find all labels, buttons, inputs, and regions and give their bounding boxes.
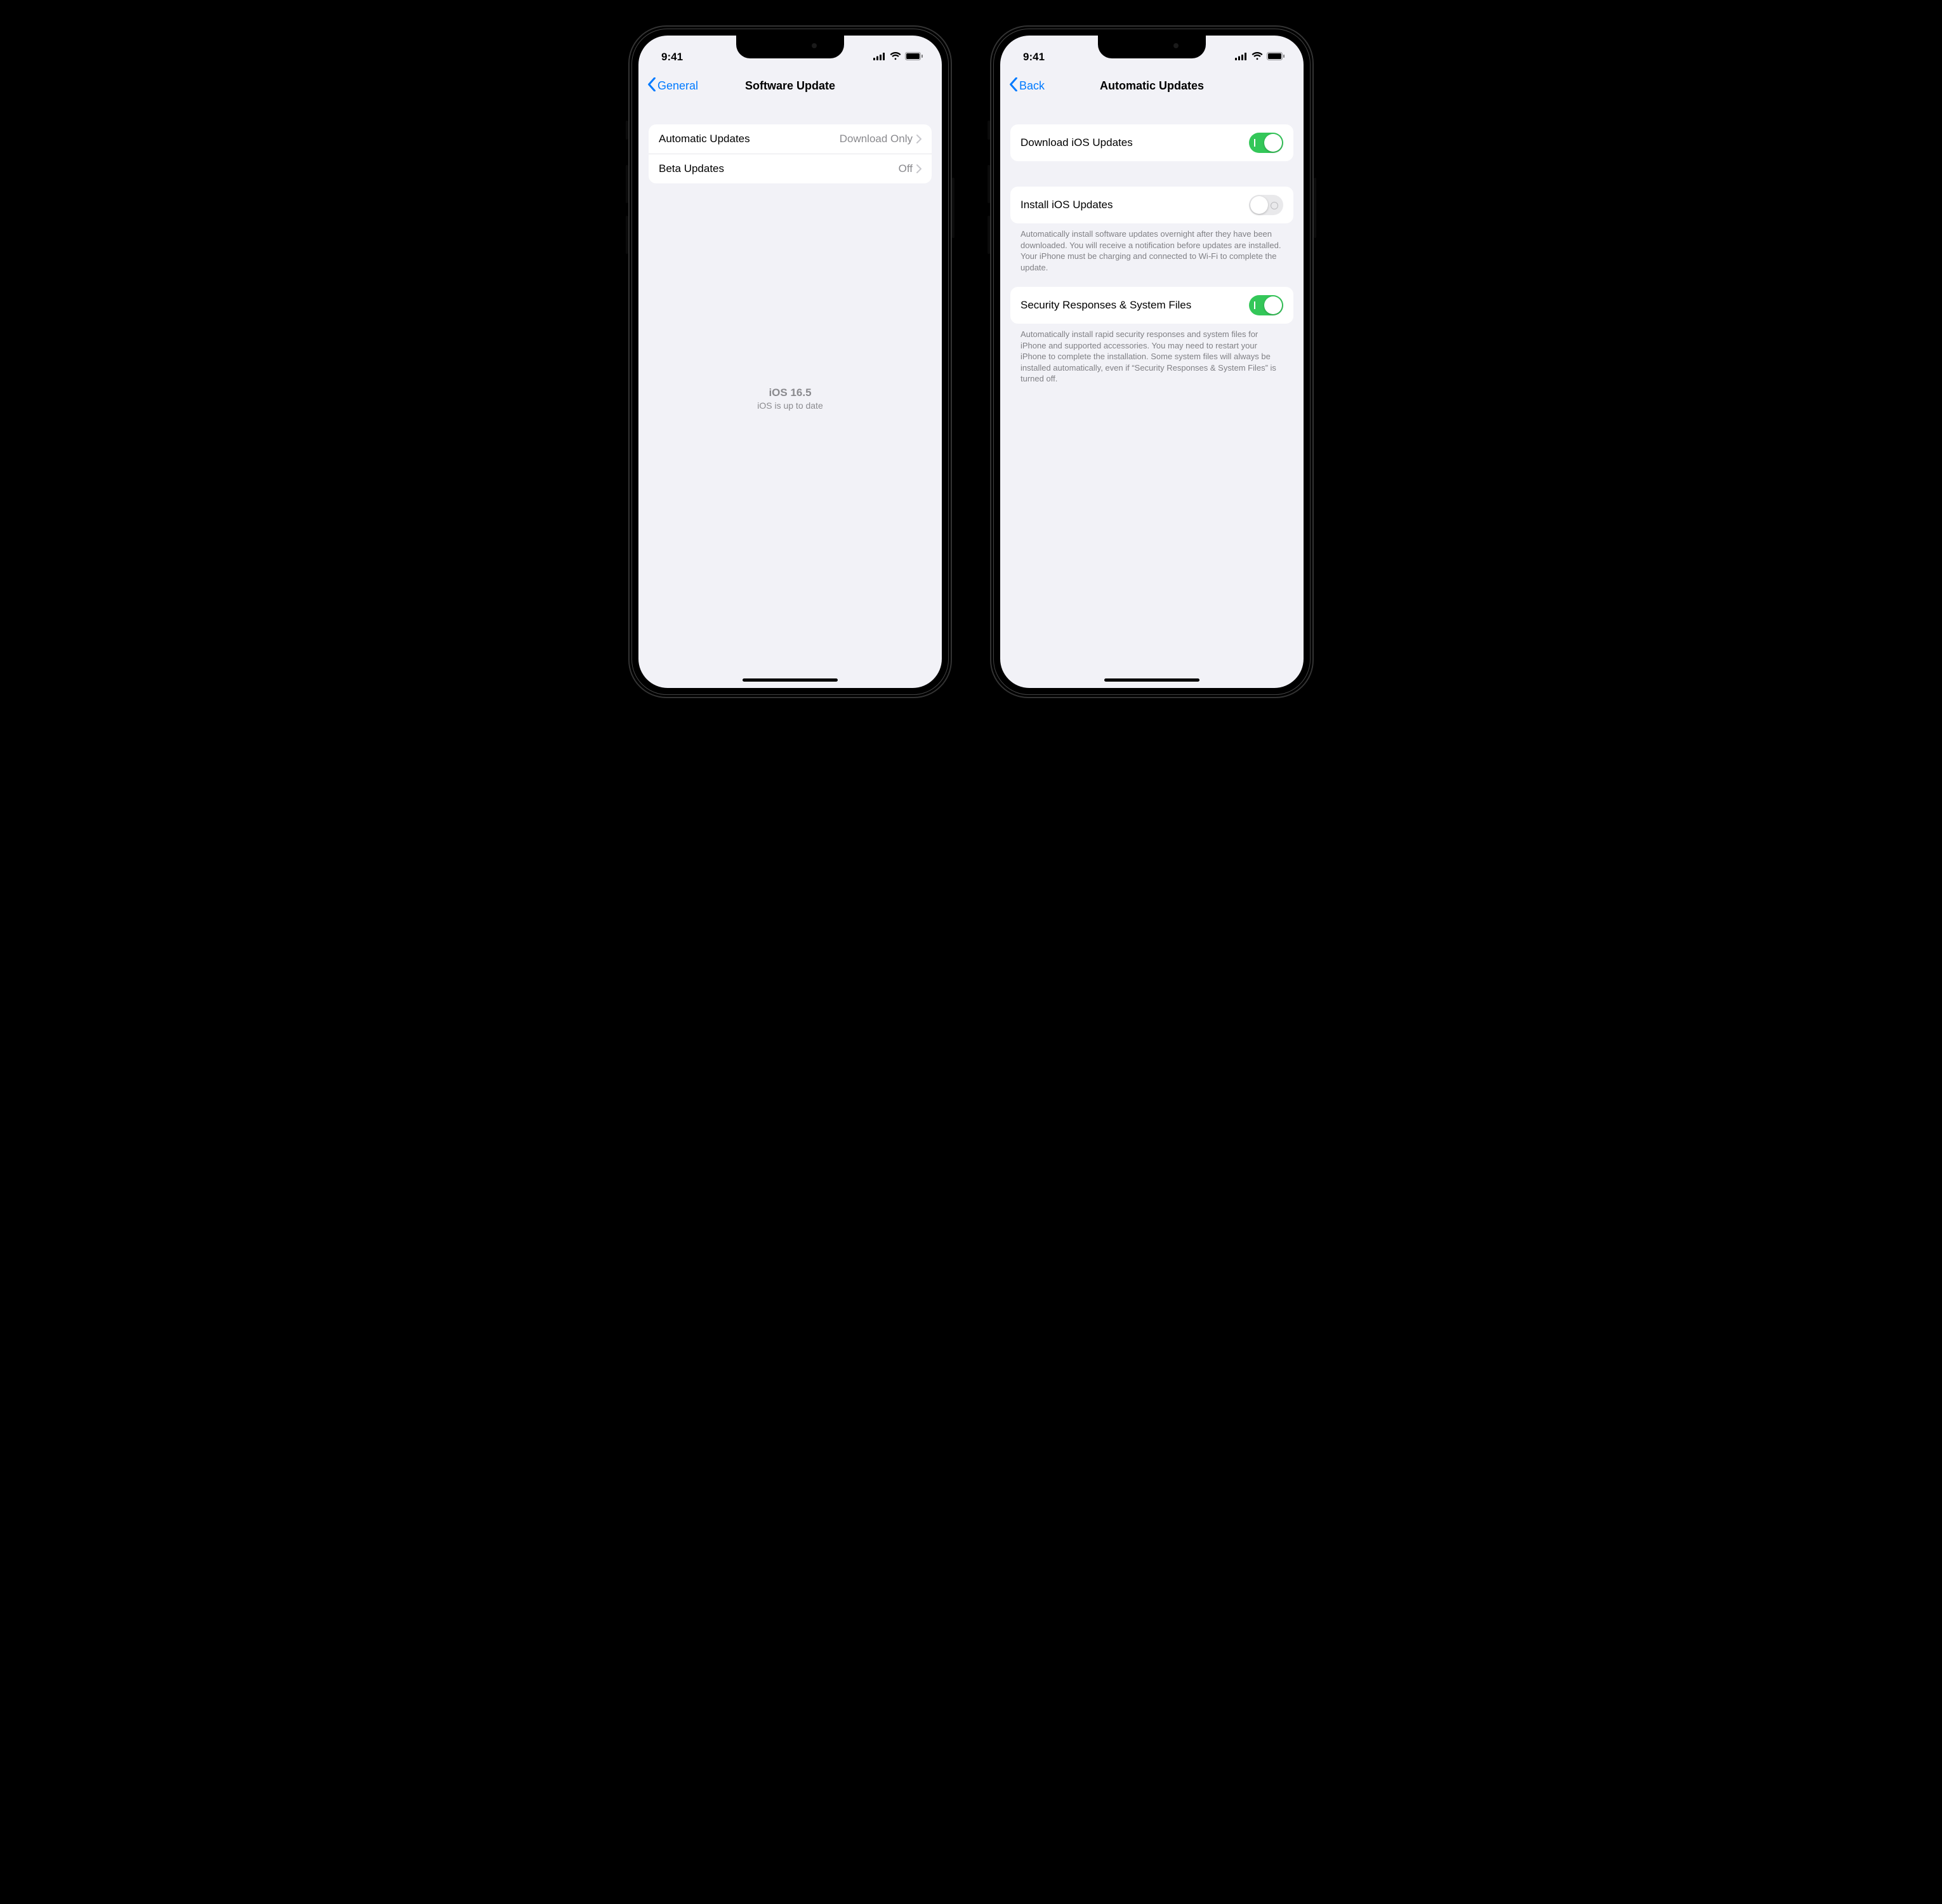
toggle-security-responses[interactable]	[1249, 295, 1283, 315]
ios-version: iOS 16.5	[649, 387, 932, 399]
settings-content-left: Automatic Updates Download Only Beta Upd…	[638, 102, 942, 688]
row-label: Automatic Updates	[659, 133, 750, 145]
volume-up-button[interactable]	[988, 165, 990, 203]
cellular-icon	[1235, 51, 1248, 63]
status-right	[873, 51, 923, 63]
nav-bar-right: Back Automatic Updates	[1000, 70, 1304, 102]
row-download-ios-updates: Download iOS Updates	[1010, 124, 1293, 161]
volume-down-button[interactable]	[988, 216, 990, 254]
cellular-icon	[873, 51, 886, 63]
status-time: 9:41	[661, 51, 683, 63]
battery-icon	[1267, 51, 1285, 63]
back-label: General	[657, 79, 698, 93]
nav-bar-left: General Software Update	[638, 70, 942, 102]
power-button[interactable]	[1314, 178, 1316, 238]
toggle-install-ios-updates[interactable]	[1249, 195, 1283, 215]
screen-left: 9:41 General Software Update	[638, 36, 942, 688]
volume-down-button[interactable]	[626, 216, 628, 254]
status-right	[1235, 51, 1285, 63]
wifi-icon	[890, 51, 901, 63]
settings-group-updates: Automatic Updates Download Only Beta Upd…	[649, 124, 932, 183]
row-value: Off	[899, 162, 913, 175]
row-label: Beta Updates	[659, 162, 724, 175]
phone-right: 9:41 Back Automatic Updates	[990, 25, 1314, 698]
status-time: 9:41	[1023, 51, 1045, 63]
row-label: Download iOS Updates	[1021, 136, 1133, 149]
row-security-responses: Security Responses & System Files	[1010, 287, 1293, 324]
back-button[interactable]: General	[645, 75, 701, 97]
update-status: iOS is up to date	[649, 400, 932, 411]
home-indicator[interactable]	[1104, 678, 1199, 682]
group-install: Install iOS Updates	[1010, 187, 1293, 223]
power-button[interactable]	[952, 178, 954, 238]
row-right: Download Only	[840, 133, 921, 145]
battery-icon	[905, 51, 923, 63]
notch	[736, 36, 844, 58]
row-install-ios-updates: Install iOS Updates	[1010, 187, 1293, 223]
volume-up-button[interactable]	[626, 165, 628, 203]
chevron-right-icon	[916, 135, 921, 143]
phone-left: 9:41 General Software Update	[628, 25, 952, 698]
row-value: Download Only	[840, 133, 913, 145]
group-download: Download iOS Updates	[1010, 124, 1293, 161]
settings-content-right: Download iOS Updates Install iOS Updates…	[1000, 102, 1304, 688]
chevron-right-icon	[916, 164, 921, 173]
install-footer-text: Automatically install software updates o…	[1010, 223, 1293, 273]
mute-switch[interactable]	[626, 121, 628, 140]
security-footer-text: Automatically install rapid security res…	[1010, 324, 1293, 385]
screen-right: 9:41 Back Automatic Updates	[1000, 36, 1304, 688]
row-label: Install iOS Updates	[1021, 199, 1113, 211]
row-automatic-updates[interactable]: Automatic Updates Download Only	[649, 124, 932, 154]
mute-switch[interactable]	[988, 121, 990, 140]
row-beta-updates[interactable]: Beta Updates Off	[649, 154, 932, 183]
group-security: Security Responses & System Files	[1010, 287, 1293, 324]
wifi-icon	[1252, 51, 1263, 63]
row-label: Security Responses & System Files	[1021, 299, 1191, 312]
back-label: Back	[1019, 79, 1045, 93]
notch	[1098, 36, 1206, 58]
toggle-download-ios-updates[interactable]	[1249, 133, 1283, 153]
home-indicator[interactable]	[743, 678, 838, 682]
back-button[interactable]: Back	[1007, 75, 1047, 97]
row-right: Off	[899, 162, 921, 175]
chevron-left-icon	[647, 77, 656, 95]
chevron-left-icon	[1009, 77, 1018, 95]
version-info: iOS 16.5 iOS is up to date	[649, 387, 932, 411]
